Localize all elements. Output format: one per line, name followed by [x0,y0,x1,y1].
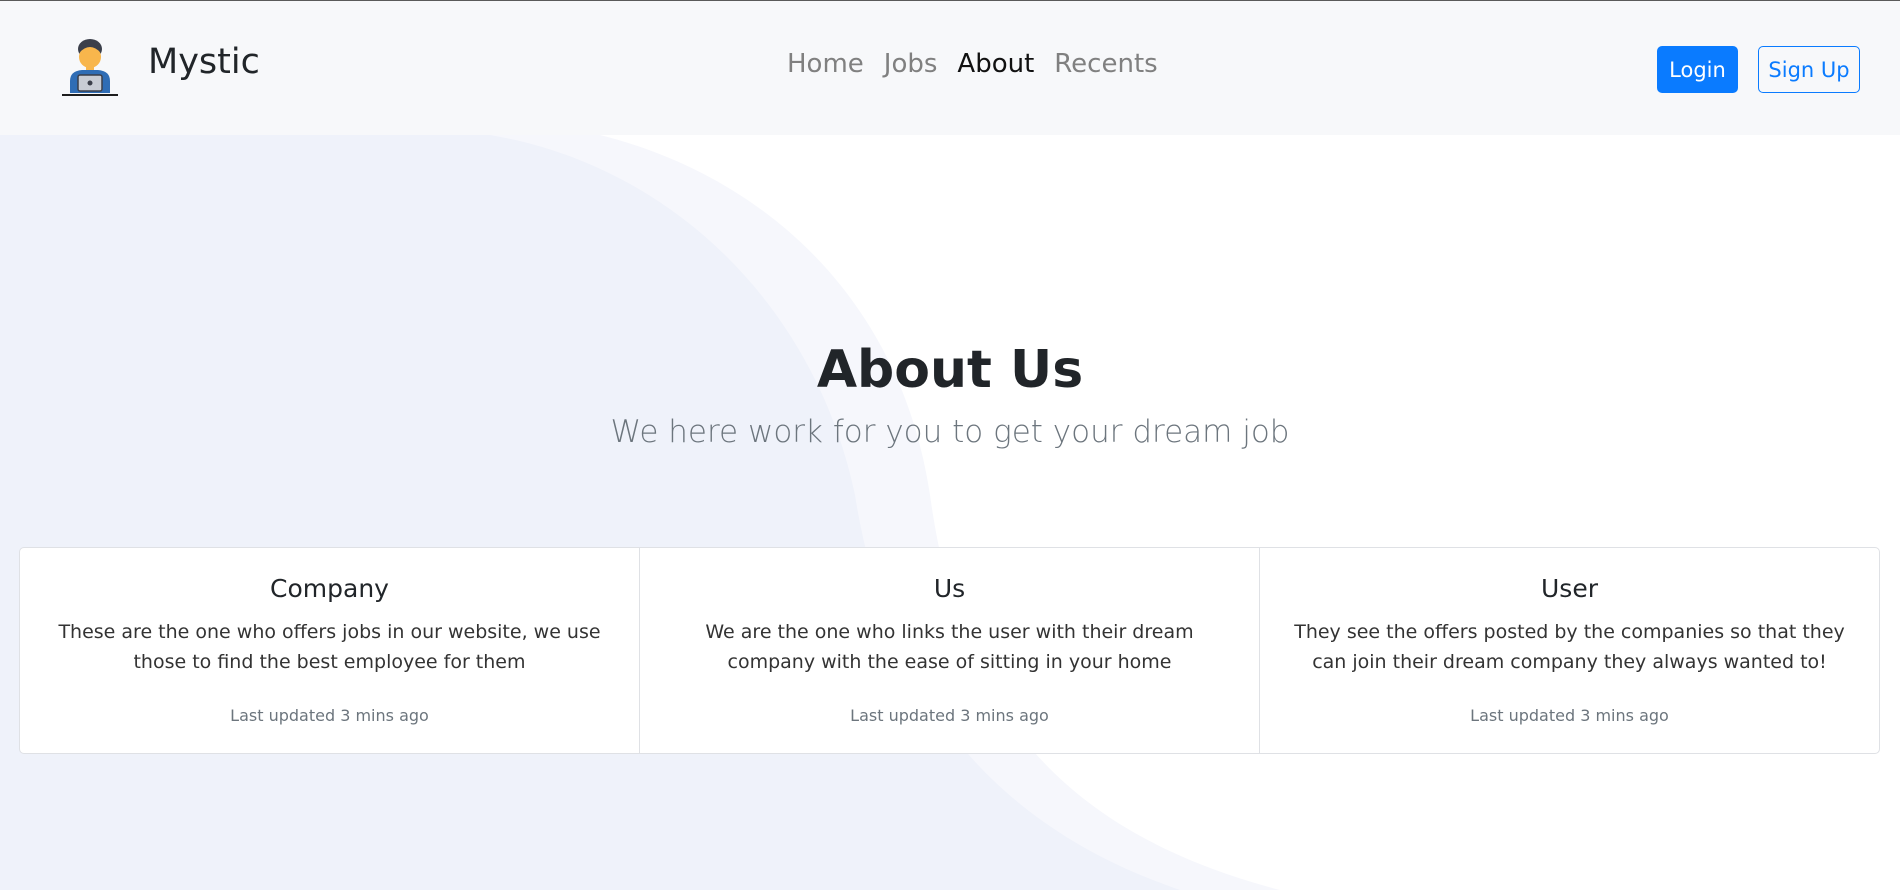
login-button[interactable]: Login [1657,46,1738,93]
nav-about[interactable]: About [957,49,1034,79]
card-group: Company These are the one who offers job… [19,547,1880,754]
card-user: User They see the offers posted by the c… [1259,548,1879,753]
nav-home[interactable]: Home [787,49,864,79]
card-title: User [1541,574,1598,603]
card-title: Us [933,574,966,603]
brand[interactable]: Mystic [58,35,260,101]
card-text: These are the one who offers jobs in our… [58,621,601,673]
card-us: Us We are the one who links the user wit… [639,548,1259,753]
card-title: Company [270,574,389,603]
page-title: About Us [816,340,1084,400]
card-text: They see the offers posted by the compan… [1294,621,1845,673]
card-text: We are the one who links the user with t… [705,621,1194,673]
signup-button[interactable]: Sign Up [1758,46,1860,93]
nav-recents[interactable]: Recents [1054,49,1157,79]
card-updated-text: Last updated 3 mins ago [850,706,1049,725]
hero-section: About Us We here work for you to get you… [0,338,1900,450]
nav-jobs[interactable]: Jobs [884,49,938,79]
page-subtitle: We here work for you to get your dream j… [610,414,1290,450]
card-company: Company These are the one who offers job… [20,548,639,753]
main-nav: Home Jobs About Recents [787,49,1158,79]
card-updated-text: Last updated 3 mins ago [1470,706,1669,725]
brand-name: Mystic [148,42,260,82]
navbar: Mystic Home Jobs About Recents Login Sig… [0,1,1900,135]
card-updated-text: Last updated 3 mins ago [230,706,429,725]
freelancer-laptop-icon [62,39,118,96]
background-wave-shape [0,135,1280,890]
